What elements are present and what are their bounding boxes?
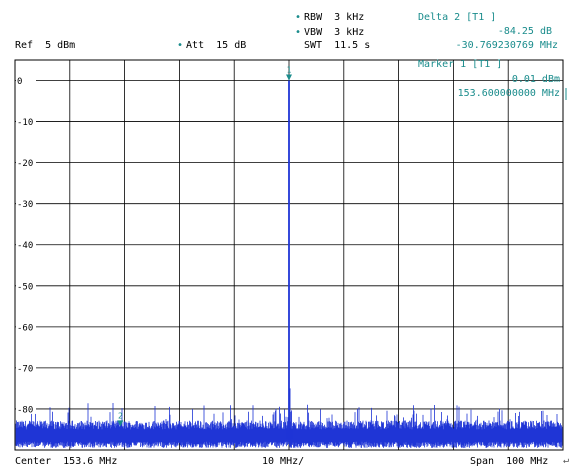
y-tick-label: -30 <box>17 200 33 210</box>
attenuation-label: • Att 15 dB <box>177 40 246 51</box>
span-label: Span 100 MHz <box>470 456 549 467</box>
marker-label: 1 <box>287 65 292 74</box>
marker-1-title: Marker 1 [T1 ] <box>418 59 503 70</box>
delta-marker-level: -84.25 dB <box>497 26 552 37</box>
y-tick-label: 0 <box>17 77 22 87</box>
delta-marker-title: Delta 2 [T1 ] <box>418 12 497 23</box>
ref-level-label: Ref 5 dBm <box>15 40 76 51</box>
marker-1-level: 0.01 dBm <box>511 74 560 85</box>
y-tick-label: -40 <box>17 241 33 251</box>
y-tick-label: -20 <box>17 159 33 169</box>
marker-label: 2 <box>118 411 123 420</box>
rbw-value: RBW 3 kHz <box>304 12 365 23</box>
bullet-icon: • <box>295 12 302 23</box>
vbw-label: • VBW 3 kHz <box>295 27 364 38</box>
attenuation-value: Att 15 dB <box>186 40 247 51</box>
vbw-value: VBW 3 kHz <box>304 27 365 38</box>
y-tick-labels: 0 -10 -20 -30 -40 -50 -60 -70 -80 <box>16 75 36 415</box>
delta-marker-frequency: -30.769230769 MHz <box>455 40 558 51</box>
y-tick-label: -10 <box>17 118 33 128</box>
bullet-icon: • <box>177 40 184 51</box>
spectrum-plot: 0 -10 -20 -30 -40 -50 -60 -70 -80 1 2 <box>14 59 567 451</box>
frequency-per-division-label: 10 MHz/ <box>262 456 305 467</box>
y-tick-label: -60 <box>17 323 33 333</box>
y-tick-label: -50 <box>17 282 33 292</box>
y-tick-label: -70 <box>17 364 33 374</box>
rbw-label: • RBW 3 kHz <box>295 12 364 23</box>
return-symbol-icon: ↵ <box>563 455 570 466</box>
center-frequency-label: Center 153.6 MHz <box>15 456 118 467</box>
bullet-icon: • <box>295 27 302 38</box>
sweep-time-label: SWT 11.5 s <box>304 40 371 51</box>
marker-1-frequency: 153.600000000 MHz <box>457 88 560 99</box>
y-tick-label: -80 <box>17 405 33 415</box>
